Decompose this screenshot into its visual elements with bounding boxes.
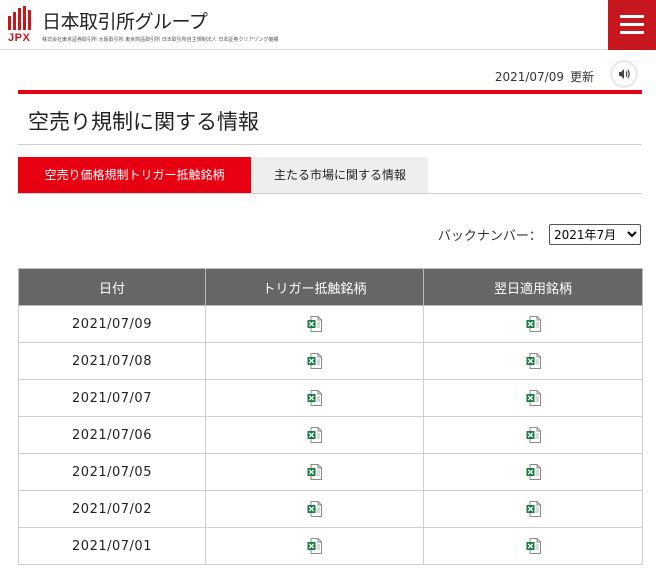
hamburger-icon-bar <box>620 23 644 26</box>
excel-file-icon[interactable] <box>526 390 541 406</box>
excel-file-icon[interactable] <box>526 353 541 369</box>
row-date: 2021/07/05 <box>18 453 206 491</box>
trigger-file-cell <box>205 453 424 491</box>
hamburger-icon-bar <box>620 31 644 34</box>
update-label: 更新 <box>569 70 594 84</box>
table-row: 2021/07/07 <box>18 379 643 417</box>
subsidiaries-text: 株式会社東京証券取引所 大阪取引所 東京商品取引所 日本取引所自主規制法人 日本… <box>42 37 279 43</box>
table-header-row: 日付 トリガー抵触銘柄 翌日適用銘柄 <box>18 268 643 306</box>
table-row: 2021/07/02 <box>18 490 643 528</box>
table-row: 2021/07/09 <box>18 305 643 343</box>
row-date: 2021/07/06 <box>18 416 206 454</box>
excel-file-icon[interactable] <box>526 501 541 517</box>
trigger-file-cell <box>205 416 424 454</box>
logo-jpx-text: JPX <box>8 32 31 44</box>
tabs-divider <box>18 193 642 194</box>
next-day-file-cell <box>423 342 643 380</box>
table-row: 2021/07/01 <box>18 527 643 565</box>
read-aloud-button[interactable] <box>612 62 636 86</box>
excel-file-icon[interactable] <box>307 538 322 554</box>
title-divider <box>18 144 642 145</box>
update-info: 2021/07/09 更新 <box>495 68 594 85</box>
row-date: 2021/07/08 <box>18 342 206 380</box>
excel-file-icon[interactable] <box>526 464 541 480</box>
trigger-file-cell <box>205 490 424 528</box>
table-row: 2021/07/08 <box>18 342 643 380</box>
next-day-file-cell <box>423 490 643 528</box>
row-date: 2021/07/07 <box>18 379 206 417</box>
excel-file-icon[interactable] <box>307 353 322 369</box>
trigger-file-cell <box>205 527 424 565</box>
hamburger-icon <box>620 15 644 18</box>
page-title: 空売り規制に関する情報 <box>28 110 259 134</box>
trigger-file-cell <box>205 379 424 417</box>
excel-file-icon[interactable] <box>307 464 322 480</box>
trigger-file-cell <box>205 305 424 343</box>
backnumber-selector: バックナンバー： 2021年7月 <box>438 224 641 246</box>
row-date: 2021/07/02 <box>18 490 206 528</box>
excel-file-icon[interactable] <box>307 316 322 332</box>
next-day-file-cell <box>423 416 643 454</box>
next-day-file-cell <box>423 453 643 491</box>
table-row: 2021/07/05 <box>18 453 643 491</box>
backnumber-select[interactable]: 2021年7月 <box>549 224 641 245</box>
row-date: 2021/07/09 <box>18 305 206 343</box>
backnumber-label: バックナンバー： <box>437 229 542 244</box>
update-date: 2021/07/09 <box>494 70 564 84</box>
excel-file-icon[interactable] <box>526 427 541 443</box>
header-date: 日付 <box>18 268 206 306</box>
excel-file-icon[interactable] <box>526 538 541 554</box>
excel-file-icon[interactable] <box>307 390 322 406</box>
header-next-day-stocks: 翌日適用銘柄 <box>423 268 643 306</box>
site-header: JPX 日本取引所グループ 株式会社東京証券取引所 大阪取引所 東京商品取引所 … <box>0 0 656 50</box>
next-day-file-cell <box>423 379 643 417</box>
table-row: 2021/07/06 <box>18 416 643 454</box>
next-day-file-cell <box>423 527 643 565</box>
tab-trigger-stocks[interactable]: 空売り価格規制トリガー抵触銘柄 <box>18 157 251 193</box>
next-day-file-cell <box>423 305 643 343</box>
speaker-icon <box>619 69 630 79</box>
tab-primary-market[interactable]: 主たる市場に関する情報 <box>252 157 428 193</box>
trigger-table: 日付 トリガー抵触銘柄 翌日適用銘柄 2021/07/09 2021/07/08 2… <box>18 268 643 565</box>
header-trigger-stocks: トリガー抵触銘柄 <box>205 268 424 306</box>
menu-button[interactable] <box>608 0 656 50</box>
excel-file-icon[interactable] <box>526 316 541 332</box>
jpx-logo[interactable]: JPX 日本取引所グループ 株式会社東京証券取引所 大阪取引所 東京商品取引所 … <box>8 6 298 46</box>
jpx-logo-mark-icon <box>8 6 34 30</box>
group-name: 日本取引所グループ <box>42 11 208 33</box>
excel-file-icon[interactable] <box>307 427 322 443</box>
excel-file-icon[interactable] <box>307 501 322 517</box>
trigger-file-cell <box>205 342 424 380</box>
title-accent-bar <box>18 90 642 94</box>
row-date: 2021/07/01 <box>18 527 206 565</box>
